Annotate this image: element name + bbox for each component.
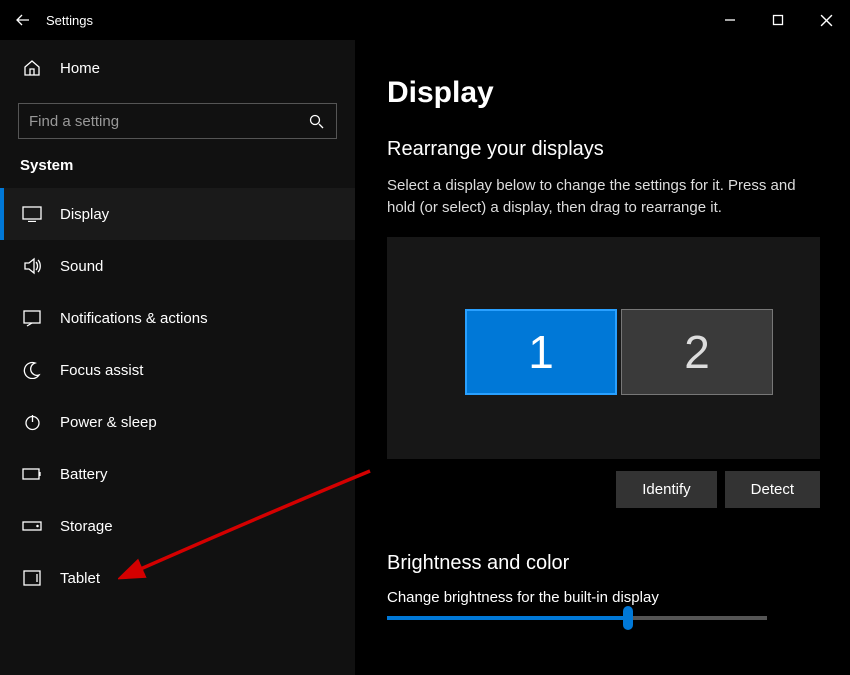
rearrange-desc: Select a display below to change the set… [387,175,820,219]
display-arrangement-canvas[interactable]: 1 2 [387,237,820,459]
nav-label: Storage [60,518,113,535]
sidebar-category: System [0,157,355,174]
back-button[interactable] [0,0,46,40]
battery-icon [22,464,42,484]
brightness-section-title: Brightness and color [387,552,820,575]
sidebar-item-power-sleep[interactable]: Power & sleep [0,396,355,448]
nav-label: Sound [60,258,103,275]
rearrange-title: Rearrange your displays [387,138,820,161]
content-pane: Display Rearrange your displays Select a… [355,40,850,675]
detect-button[interactable]: Detect [725,471,820,508]
sidebar-item-battery[interactable]: Battery [0,448,355,500]
sidebar-item-tablet[interactable]: Tablet [0,552,355,604]
home-label: Home [60,60,100,77]
nav-label: Battery [60,466,108,483]
search-input[interactable]: Find a setting [18,103,337,139]
sidebar: Home Find a setting System Display Sound [0,40,355,675]
brightness-slider[interactable] [387,616,767,620]
close-button[interactable] [802,0,850,40]
sidebar-item-focus-assist[interactable]: Focus assist [0,344,355,396]
sidebar-home[interactable]: Home [0,45,355,91]
monitor-number: 2 [684,325,710,379]
nav-label: Display [60,206,109,223]
sidebar-item-display[interactable]: Display [0,188,355,240]
power-icon [22,412,42,432]
maximize-button[interactable] [754,0,802,40]
focus-assist-icon [22,360,42,380]
tablet-icon [22,568,42,588]
monitor-2[interactable]: 2 [621,309,773,395]
storage-icon [22,516,42,536]
monitor-1[interactable]: 1 [465,309,617,395]
identify-button[interactable]: Identify [616,471,716,508]
sound-icon [22,256,42,276]
home-icon [22,58,42,78]
nav-label: Notifications & actions [60,310,208,327]
slider-fill [387,616,623,620]
nav-label: Focus assist [60,362,143,379]
slider-thumb[interactable] [623,606,633,630]
sidebar-item-notifications[interactable]: Notifications & actions [0,292,355,344]
window-title: Settings [46,13,706,28]
brightness-label: Change brightness for the built-in displ… [387,589,820,606]
search-icon [306,111,326,131]
nav-label: Power & sleep [60,414,157,431]
notifications-icon [22,308,42,328]
sidebar-item-sound[interactable]: Sound [0,240,355,292]
display-icon [22,204,42,224]
nav-label: Tablet [60,570,100,587]
sidebar-item-storage[interactable]: Storage [0,500,355,552]
page-title: Display [387,76,820,110]
search-placeholder: Find a setting [29,113,119,130]
minimize-button[interactable] [706,0,754,40]
monitor-number: 1 [528,325,554,379]
